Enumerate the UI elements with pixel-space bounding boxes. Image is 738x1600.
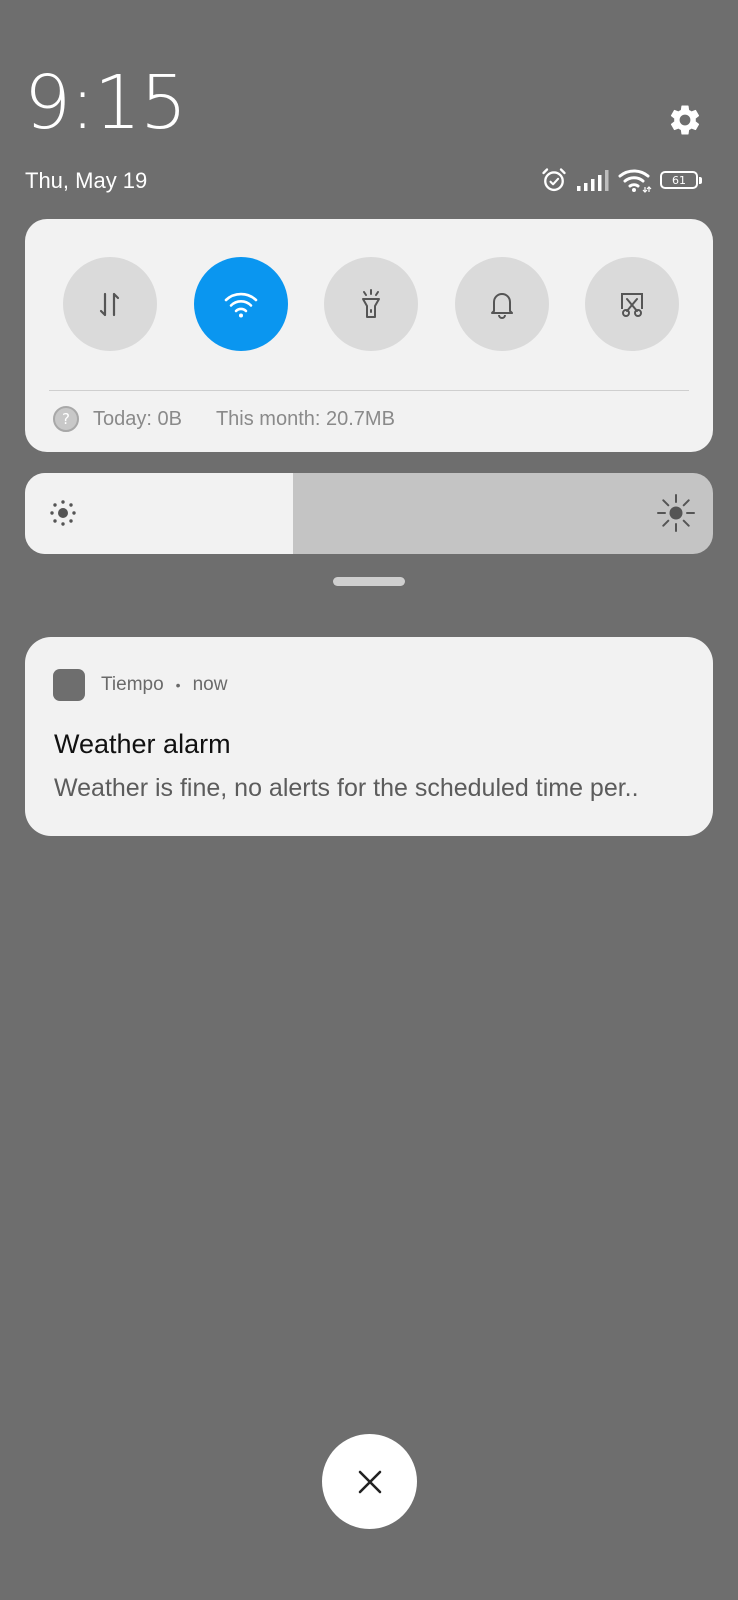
clear-all-button[interactable] bbox=[322, 1434, 417, 1529]
notification-app-name: Tiempo bbox=[101, 674, 164, 695]
data-usage[interactable]: ? Today: 0B This month: 20.7MB bbox=[53, 406, 395, 432]
usage-today: Today: 0B bbox=[93, 407, 182, 430]
help-icon: ? bbox=[53, 406, 79, 432]
app-icon bbox=[53, 669, 85, 701]
brightness-high-icon bbox=[657, 494, 695, 532]
usage-month: This month: 20.7MB bbox=[215, 407, 395, 430]
screenshot-icon bbox=[621, 293, 643, 317]
bell-icon bbox=[490, 293, 513, 319]
brightness-slider[interactable] bbox=[25, 473, 713, 554]
close-icon bbox=[358, 1470, 381, 1493]
flashlight-tile[interactable] bbox=[324, 257, 418, 351]
notification-separator: • bbox=[175, 677, 181, 693]
signal-icon bbox=[577, 170, 609, 191]
flashlight-icon bbox=[362, 289, 380, 318]
status-icons: 61 bbox=[540, 166, 702, 194]
divider bbox=[49, 390, 689, 391]
quick-settings-panel: ? Today: 0B This month: 20.7MB bbox=[25, 219, 713, 452]
notification-card[interactable]: Tiempo • now Weather alarm Weather is fi… bbox=[25, 637, 713, 836]
sound-tile[interactable] bbox=[454, 257, 549, 351]
data-arrows-icon bbox=[99, 292, 120, 317]
date-label: Thu, May 19 bbox=[25, 168, 148, 193]
brightness-low-icon bbox=[50, 500, 76, 526]
mobile-data-tile[interactable] bbox=[63, 257, 157, 351]
alarm-icon bbox=[542, 168, 566, 192]
drag-handle[interactable] bbox=[333, 577, 405, 586]
notification-header: Tiempo • now bbox=[53, 669, 227, 701]
notification-body: Weather is fine, no alerts for the sched… bbox=[54, 774, 639, 802]
quick-settings-tiles bbox=[63, 257, 679, 351]
notification-title: Weather alarm bbox=[54, 729, 231, 759]
gear-icon[interactable] bbox=[667, 102, 703, 138]
wifi-tile[interactable] bbox=[193, 257, 288, 351]
battery-level: 61 bbox=[672, 173, 686, 187]
wifi-icon bbox=[618, 169, 652, 193]
clock-time: 9:15 bbox=[24, 60, 187, 146]
screenshot-tile[interactable] bbox=[585, 257, 679, 351]
notification-time: now bbox=[192, 674, 228, 695]
battery-icon: 61 bbox=[660, 171, 702, 189]
wifi-icon bbox=[224, 292, 257, 318]
